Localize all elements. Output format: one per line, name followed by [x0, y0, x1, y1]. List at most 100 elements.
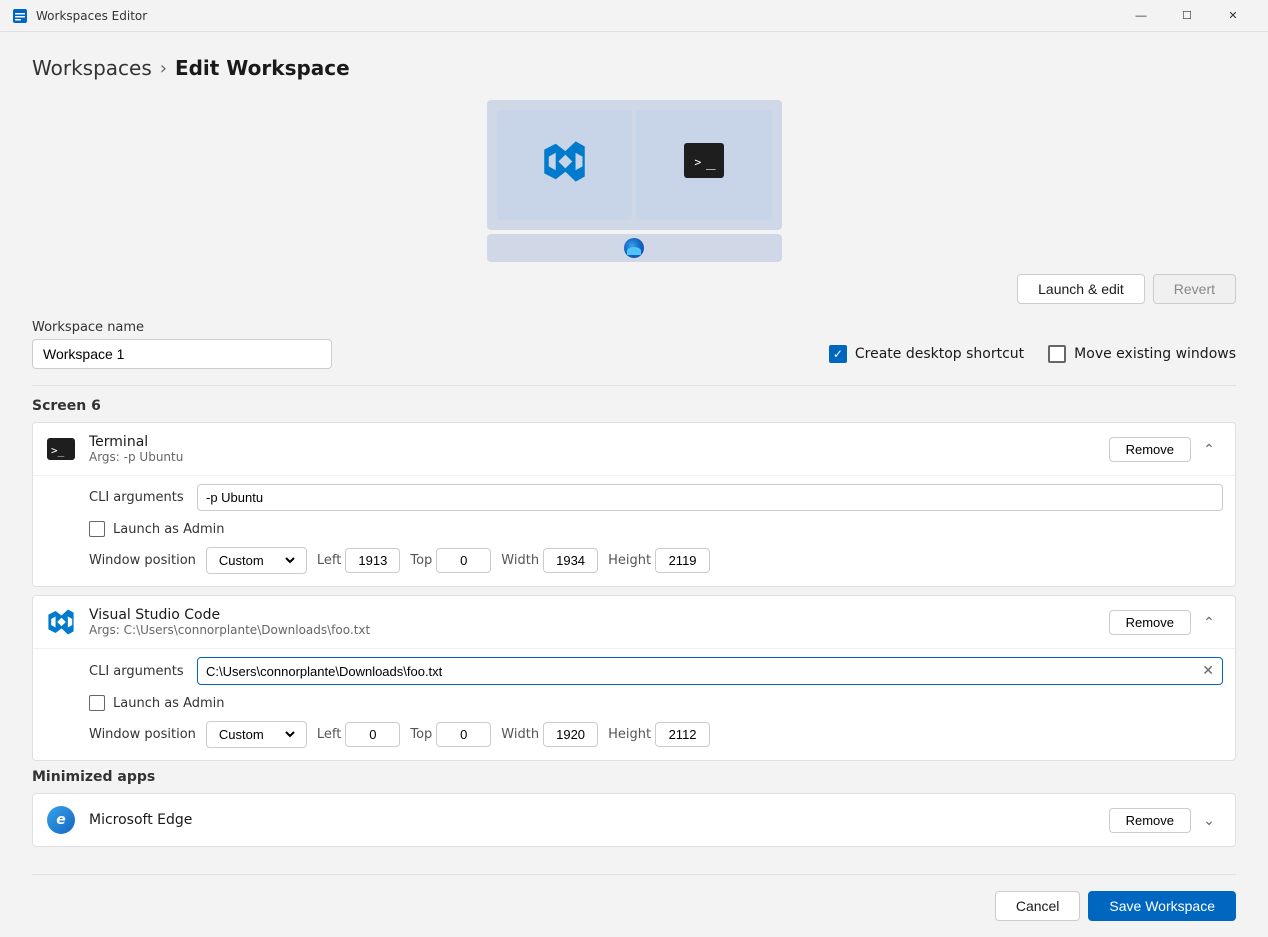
vscode-top-field: Top — [410, 722, 491, 747]
terminal-app-card: >_ Terminal Args: -p Ubuntu Remove ⌃ CLI… — [32, 422, 1236, 587]
vscode-cli-args-input[interactable] — [206, 664, 1202, 679]
app-icon — [12, 8, 28, 24]
screen-section-label: Screen 6 — [32, 398, 1236, 414]
terminal-width-label: Width — [501, 553, 539, 568]
terminal-app-name: Terminal — [89, 434, 1097, 450]
terminal-top-input[interactable] — [436, 548, 491, 573]
edge-card-header: Microsoft Edge Remove ⌄ — [33, 794, 1235, 846]
workspace-name-row: ✓ Create desktop shortcut Move existing … — [32, 339, 1236, 369]
breadcrumb-parent[interactable]: Workspaces — [32, 56, 152, 80]
launch-edit-button[interactable]: Launch & edit — [1017, 274, 1145, 304]
cancel-button[interactable]: Cancel — [995, 891, 1081, 921]
preview-window-terminal: ﹥_ — [636, 110, 772, 220]
terminal-admin-checkbox[interactable] — [89, 521, 105, 537]
edge-icon — [47, 806, 75, 834]
edge-favicon — [624, 238, 644, 258]
vscode-admin-checkbox[interactable] — [89, 695, 105, 711]
window-controls: — ☐ ✕ — [1118, 0, 1256, 32]
edge-app-name: Microsoft Edge — [89, 812, 1097, 828]
title-bar: Workspaces Editor — ☐ ✕ — [0, 0, 1268, 32]
vscode-height-field: Height — [608, 722, 710, 747]
vscode-app-name: Visual Studio Code — [89, 607, 1097, 623]
terminal-cli-args-row: CLI arguments — [89, 484, 1223, 511]
move-windows-item[interactable]: Move existing windows — [1048, 345, 1236, 363]
preview-vscode-icon — [542, 139, 587, 191]
terminal-height-field: Height — [608, 548, 710, 573]
edge-card-actions: Remove ⌄ — [1109, 806, 1223, 834]
terminal-card-actions: Remove ⌃ — [1109, 435, 1223, 463]
terminal-width-input[interactable] — [543, 548, 598, 573]
close-button[interactable]: ✕ — [1210, 0, 1256, 32]
vscode-app-icon — [45, 606, 77, 638]
move-windows-label: Move existing windows — [1074, 346, 1236, 362]
vscode-width-input[interactable] — [543, 722, 598, 747]
revert-button[interactable]: Revert — [1153, 274, 1236, 304]
edge-app-card: Microsoft Edge Remove ⌄ — [32, 793, 1236, 847]
vscode-top-label: Top — [410, 727, 432, 742]
vscode-left-input[interactable] — [345, 722, 400, 747]
create-shortcut-checkbox[interactable]: ✓ — [829, 345, 847, 363]
minimized-section-label: Minimized apps — [32, 769, 1236, 785]
action-row: Launch & edit Revert — [32, 274, 1236, 304]
vscode-card-actions: Remove ⌃ — [1109, 608, 1223, 636]
vscode-remove-button[interactable]: Remove — [1109, 610, 1191, 635]
app-content: Workspaces › Edit Workspace ﹥_ — [0, 32, 1268, 937]
vscode-app-args: Args: C:\Users\connorplante\Downloads\fo… — [89, 623, 1097, 637]
minimize-button[interactable]: — — [1118, 0, 1164, 32]
preview-terminal-icon: ﹥_ — [684, 142, 724, 188]
terminal-collapse-button[interactable]: ⌃ — [1195, 435, 1223, 463]
save-workspace-button[interactable]: Save Workspace — [1088, 891, 1236, 921]
preview-minimized-bar — [487, 234, 782, 262]
vscode-left-label: Left — [317, 727, 341, 742]
vscode-card-header: Visual Studio Code Args: C:\Users\connor… — [33, 596, 1235, 648]
preview-area: ﹥_ — [32, 100, 1236, 262]
terminal-remove-button[interactable]: Remove — [1109, 437, 1191, 462]
terminal-position-select-input[interactable]: Custom Default Maximized — [215, 552, 298, 569]
terminal-position-select[interactable]: Custom Default Maximized — [206, 547, 307, 574]
vscode-app-info: Visual Studio Code Args: C:\Users\connor… — [89, 607, 1097, 637]
vscode-height-input[interactable] — [655, 722, 710, 747]
vscode-cli-args-clear[interactable]: ✕ — [1202, 663, 1214, 679]
workspace-name-input[interactable] — [32, 339, 332, 369]
terminal-width-field: Width — [501, 548, 598, 573]
footer: Cancel Save Workspace — [32, 874, 1236, 937]
edge-collapse-button[interactable]: ⌄ — [1195, 806, 1223, 834]
terminal-left-input[interactable] — [345, 548, 400, 573]
terminal-left-field: Left — [317, 548, 400, 573]
breadcrumb-separator: › — [160, 58, 167, 79]
vscode-position-label: Window position — [89, 727, 196, 742]
terminal-cli-args-input[interactable] — [197, 484, 1223, 511]
terminal-app-icon: >_ — [45, 433, 77, 465]
vscode-height-label: Height — [608, 727, 651, 742]
terminal-app-args: Args: -p Ubuntu — [89, 450, 1097, 464]
vscode-cli-args-label: CLI arguments — [89, 664, 189, 679]
title-bar-text: Workspaces Editor — [36, 9, 1110, 23]
terminal-left-label: Left — [317, 553, 341, 568]
vscode-card-body: CLI arguments ✕ Launch as Admin Window p… — [33, 648, 1235, 760]
workspace-name-label: Workspace name — [32, 320, 1236, 335]
edge-remove-button[interactable]: Remove — [1109, 808, 1191, 833]
preview-window-vscode — [497, 110, 633, 220]
vscode-position-select[interactable]: Custom Default Maximized — [206, 721, 307, 748]
maximize-button[interactable]: ☐ — [1164, 0, 1210, 32]
vscode-cli-args-row: CLI arguments ✕ — [89, 657, 1223, 685]
vscode-app-card: Visual Studio Code Args: C:\Users\connor… — [32, 595, 1236, 761]
terminal-position-label: Window position — [89, 553, 196, 568]
check-mark: ✓ — [833, 347, 843, 361]
create-shortcut-label: Create desktop shortcut — [855, 346, 1024, 362]
vscode-top-input[interactable] — [436, 722, 491, 747]
create-shortcut-item[interactable]: ✓ Create desktop shortcut — [829, 345, 1024, 363]
edge-app-icon — [45, 804, 77, 836]
terminal-height-input[interactable] — [655, 548, 710, 573]
vscode-position-row: Window position Custom Default Maximized… — [89, 721, 1223, 748]
vscode-width-field: Width — [501, 722, 598, 747]
terminal-card-body: CLI arguments Launch as Admin Window pos… — [33, 475, 1235, 586]
vscode-position-select-input[interactable]: Custom Default Maximized — [215, 726, 298, 743]
vscode-admin-row: Launch as Admin — [89, 695, 1223, 711]
move-windows-checkbox[interactable] — [1048, 345, 1066, 363]
vscode-collapse-button[interactable]: ⌃ — [1195, 608, 1223, 636]
workspace-name-section: Workspace name ✓ Create desktop shortcut… — [32, 320, 1236, 369]
vscode-cli-args-container: ✕ — [197, 657, 1223, 685]
breadcrumb: Workspaces › Edit Workspace — [32, 56, 1236, 80]
terminal-cli-args-label: CLI arguments — [89, 490, 189, 505]
